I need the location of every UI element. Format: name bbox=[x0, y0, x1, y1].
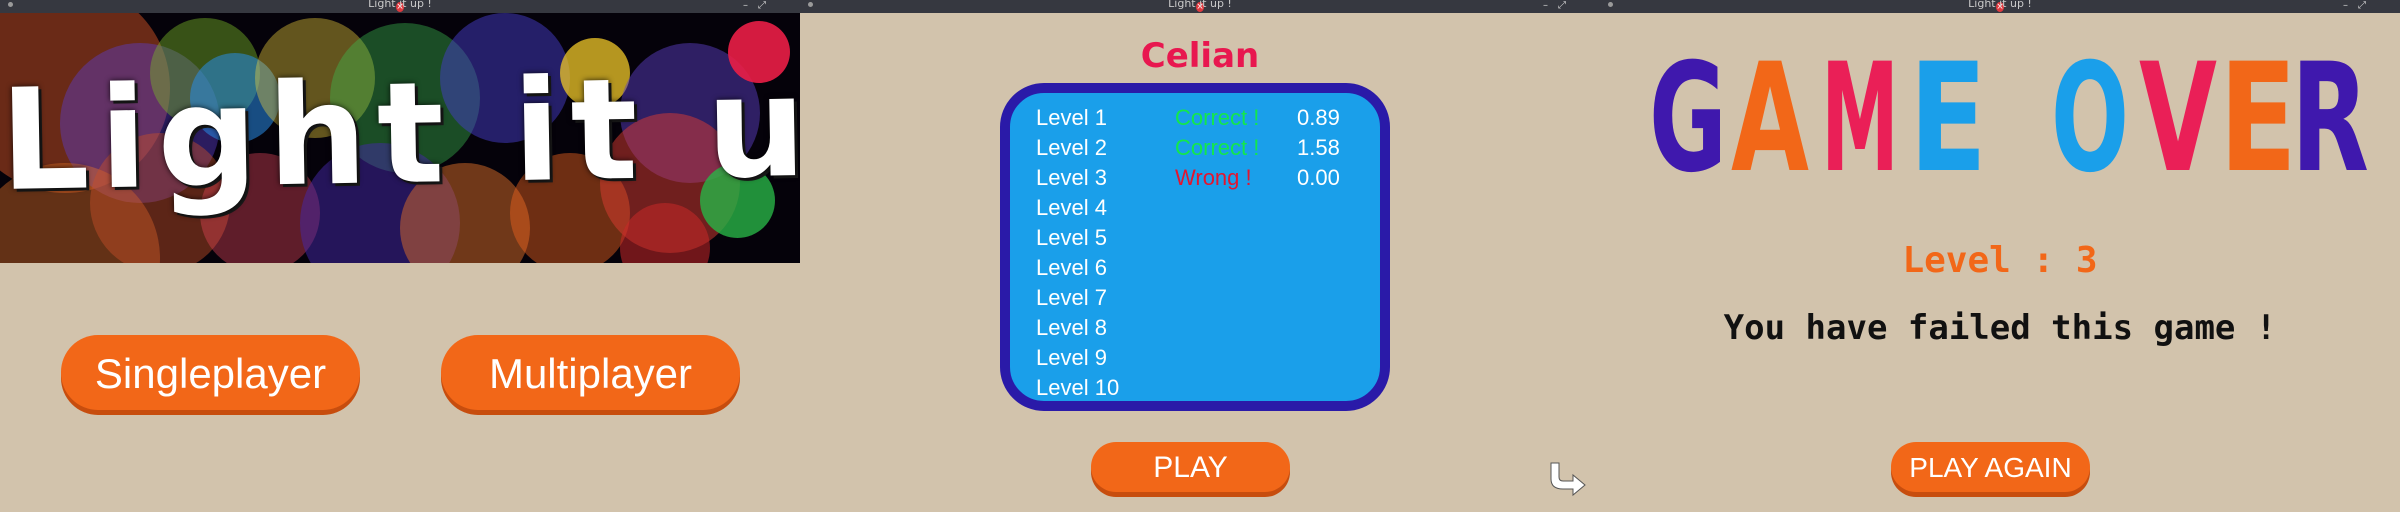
level-label: Level 3 bbox=[1036, 165, 1107, 190]
game-over-letter: V bbox=[2139, 40, 2217, 190]
status-label: Correct ! bbox=[1175, 135, 1260, 160]
level-label: Level 10 bbox=[1036, 375, 1120, 400]
score-row: Level 6 bbox=[1010, 255, 1380, 285]
game-over-letter: M bbox=[1821, 40, 1899, 190]
minimize-icon[interactable]: – bbox=[1543, 0, 1548, 11]
player-name: Celian bbox=[1140, 36, 1260, 76]
play-again-button[interactable]: PLAY AGAIN bbox=[1891, 442, 2090, 492]
score-row: Level 8 bbox=[1010, 315, 1380, 345]
title-bar[interactable]: Light it up ! – ⤢ × bbox=[800, 0, 1600, 13]
maximize-icon[interactable]: ⤢ bbox=[1558, 0, 1566, 11]
score-row: Level 1 Correct ! 0.89 bbox=[1010, 105, 1380, 135]
maximize-icon[interactable]: ⤢ bbox=[758, 0, 766, 11]
level-label: Level 1 bbox=[1036, 105, 1107, 130]
mouse-cursor-icon bbox=[1550, 462, 1586, 497]
status-label: Correct ! bbox=[1175, 105, 1260, 130]
play-button[interactable]: PLAY bbox=[1091, 442, 1290, 492]
score-row: Level 2 Correct ! 1.58 bbox=[1010, 135, 1380, 165]
score-row: Level 7 bbox=[1010, 285, 1380, 315]
level-label: Level 6 bbox=[1036, 255, 1107, 280]
window-title: Light it up ! bbox=[1968, 0, 2032, 10]
game-logo-title: Light it up ! bbox=[0, 42, 800, 223]
game-over-letter: R bbox=[2291, 40, 2369, 190]
level-label: Level 4 bbox=[1036, 195, 1107, 220]
multiplayer-button[interactable]: Multiplayer bbox=[441, 335, 740, 410]
title-bar[interactable]: Light it up ! – ⤢ × bbox=[0, 0, 800, 13]
game-over-letter: A bbox=[1731, 40, 1809, 190]
game-over-letter: G bbox=[1650, 40, 1727, 190]
game-over-letter: O bbox=[2051, 40, 2129, 190]
game-over-letter: E bbox=[1909, 40, 1987, 190]
score-panel: Level 1 Correct ! 0.89 Level 2 Correct !… bbox=[1000, 83, 1390, 411]
game-over-window: Light it up ! – ⤢ × GAMEOVER Level : 3 Y… bbox=[1600, 0, 2400, 512]
score-row: Level 4 bbox=[1010, 195, 1380, 225]
status-label: Wrong ! bbox=[1175, 165, 1252, 190]
minimize-icon[interactable]: – bbox=[2343, 0, 2348, 11]
game-over-title: G A M E O V ER bbox=[1650, 40, 2369, 190]
level-label: Level 8 bbox=[1036, 315, 1107, 340]
time-value: 0.89 bbox=[1297, 105, 1340, 130]
score-row: Level 5 bbox=[1010, 225, 1380, 255]
score-row: Level 9 bbox=[1010, 345, 1380, 375]
game-over-letter: E bbox=[2219, 40, 2297, 190]
title-banner: Light it up ! bbox=[0, 13, 800, 263]
level-label: Level 7 bbox=[1036, 285, 1107, 310]
level-label: Level 2 bbox=[1036, 135, 1107, 160]
time-value: 1.58 bbox=[1297, 135, 1340, 160]
scoreboard-window: Light it up ! – ⤢ × Celian Level 1 Corre… bbox=[800, 0, 1600, 512]
singleplayer-button[interactable]: Singleplayer bbox=[61, 335, 360, 410]
menu-window: Light it up ! – ⤢ × Light it up ! Single… bbox=[0, 0, 800, 512]
maximize-icon[interactable]: ⤢ bbox=[2358, 0, 2366, 11]
failure-message: You have failed this game ! bbox=[1723, 308, 2277, 348]
reached-level-text: Level : 3 bbox=[1902, 240, 2098, 281]
score-row: Level 3 Wrong ! 0.00 bbox=[1010, 165, 1380, 195]
score-row: Level 10 bbox=[1010, 375, 1380, 405]
window-title: Light it up ! bbox=[368, 0, 432, 10]
time-value: 0.00 bbox=[1297, 165, 1340, 190]
level-label: Level 9 bbox=[1036, 345, 1107, 370]
level-label: Level 5 bbox=[1036, 225, 1107, 250]
window-title: Light it up ! bbox=[1168, 0, 1232, 10]
title-bar[interactable]: Light it up ! – ⤢ × bbox=[1600, 0, 2400, 13]
minimize-icon[interactable]: – bbox=[743, 0, 748, 11]
